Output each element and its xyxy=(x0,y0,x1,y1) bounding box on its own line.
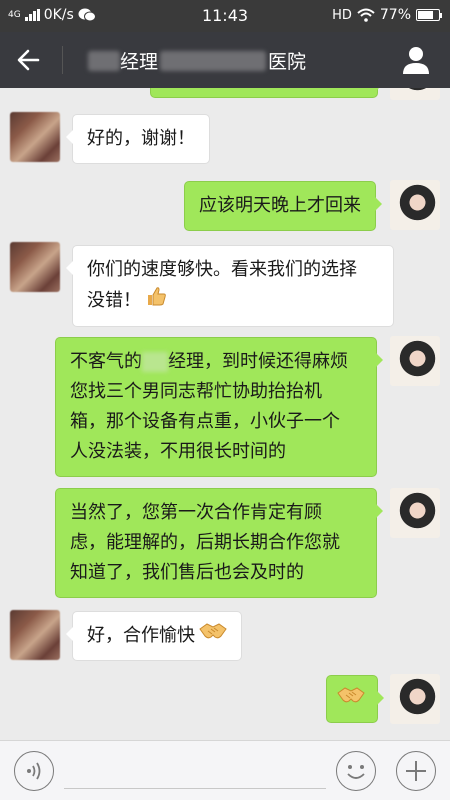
message-line: 人没法装，不用很长时间的 xyxy=(70,441,286,462)
message-bubble-sent[interactable]: 当然了，您第一次合作肯定有顾 虑，能理解的，后期长期合作您就 知道了，我们售后也… xyxy=(55,488,383,598)
message-input[interactable] xyxy=(64,751,326,789)
hd-indicator: HD xyxy=(332,7,352,23)
message-bubble-received[interactable]: 好，合作愉快 xyxy=(66,611,242,661)
nav-divider xyxy=(62,46,63,74)
message-line: 知道了，我们售后也会及时的 xyxy=(70,562,304,583)
message-line: 虑，能理解的，后期长期合作您就 xyxy=(70,532,340,553)
redacted-org xyxy=(160,50,267,71)
title-part2: 医院 xyxy=(268,51,307,73)
message-bubble-sent[interactable]: 应该明天晚上才回来 xyxy=(184,181,382,231)
emoji-button[interactable] xyxy=(336,751,376,791)
contact-avatar[interactable] xyxy=(10,610,60,660)
contact-avatar[interactable] xyxy=(10,112,60,162)
message-bubble-sent[interactable]: 不客气的 经理，到时候还得麻烦 您找三个男同志帮忙协助抬抬机 箱，那个设备有点重，… xyxy=(55,337,383,477)
message-list[interactable]: 好的，谢谢！ 应该明天晚上才回来 你们的速度够快。看来我们的选择 没错！ 不客气… xyxy=(0,88,450,740)
input-bar xyxy=(0,740,450,800)
my-avatar[interactable] xyxy=(390,180,440,230)
contact-avatar[interactable] xyxy=(10,242,60,292)
my-avatar[interactable] xyxy=(390,88,440,100)
thumbs-up-icon xyxy=(145,285,167,317)
message-line: 你们的速度够快。看来我们的选择 xyxy=(87,259,357,280)
message-bubble-received[interactable]: 好的，谢谢！ xyxy=(66,114,210,164)
message-line: 箱，那个设备有点重，小伙子一个 xyxy=(70,411,340,432)
message-bubble-received[interactable]: 你们的速度够快。看来我们的选择 没错！ xyxy=(66,245,394,327)
voice-icon xyxy=(27,762,41,780)
chat-info-button[interactable] xyxy=(400,44,432,76)
battery-fill xyxy=(418,11,433,19)
plus-icon xyxy=(406,761,426,781)
my-avatar[interactable] xyxy=(390,674,440,724)
wifi-icon xyxy=(357,8,375,22)
message-bubble-sent[interactable] xyxy=(326,675,384,723)
redacted-name xyxy=(88,50,120,71)
message-text: 经理，到时候还得麻烦 xyxy=(168,351,348,372)
message-line: 不客气的 经理，到时候还得麻烦 xyxy=(70,347,362,377)
battery-percent: 77% xyxy=(379,7,411,23)
more-button[interactable] xyxy=(396,751,436,791)
handshake-icon xyxy=(199,621,227,651)
message-bubble-sent[interactable] xyxy=(150,88,384,98)
chat-header: 经理 医院 xyxy=(0,32,450,88)
status-bar: 4G 0K/s 11:43 HD 77% xyxy=(0,0,450,32)
message-text: 不客气的 xyxy=(70,351,142,372)
redacted-name xyxy=(142,352,168,372)
my-avatar[interactable] xyxy=(390,488,440,538)
chat-title: 经理 医院 xyxy=(88,47,306,74)
smiley-icon xyxy=(347,765,365,779)
handshake-icon xyxy=(337,685,365,715)
voice-button[interactable] xyxy=(14,751,54,791)
battery-icon xyxy=(416,9,442,21)
my-avatar[interactable] xyxy=(390,336,440,386)
message-line: 没错！ xyxy=(87,285,379,317)
person-icon xyxy=(403,47,429,74)
message-line: 您找三个男同志帮忙协助抬抬机 xyxy=(70,381,322,402)
message-line: 当然了，您第一次合作肯定有顾 xyxy=(70,502,322,523)
title-part1: 经理 xyxy=(120,51,159,73)
status-right: HD 77% xyxy=(332,7,442,23)
message-text: 没错！ xyxy=(87,290,141,311)
back-arrow-icon xyxy=(17,49,40,71)
message-text: 好，合作愉快 xyxy=(87,625,195,646)
back-button[interactable] xyxy=(10,42,50,78)
